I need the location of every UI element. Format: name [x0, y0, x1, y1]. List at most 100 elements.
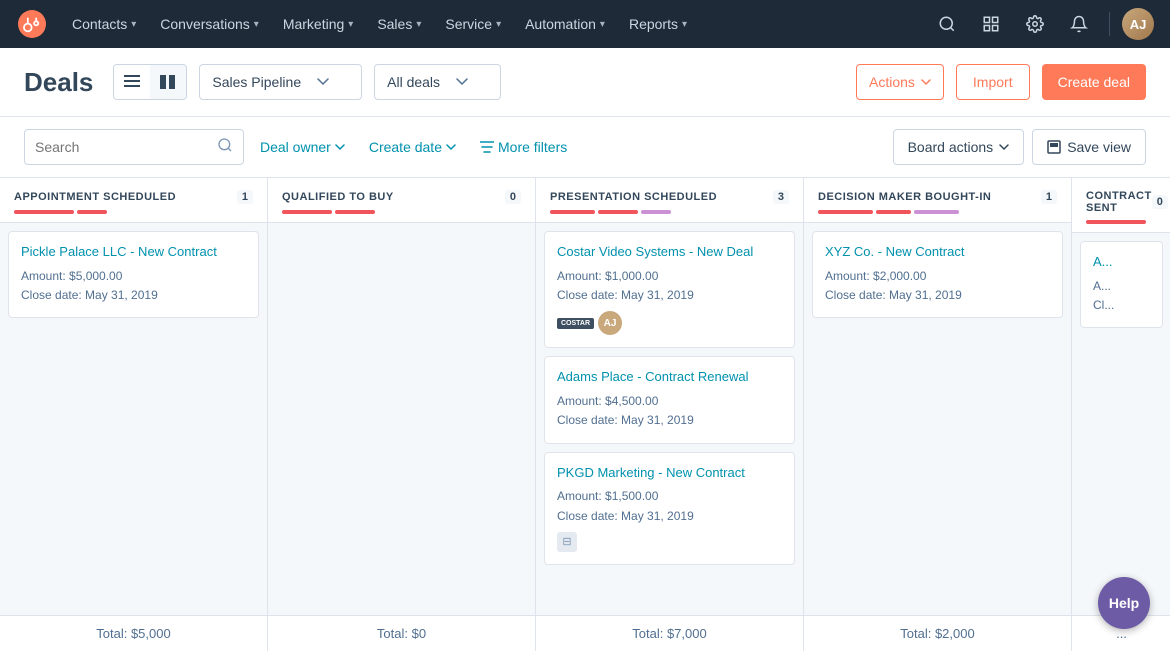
column-count: 1 — [237, 190, 253, 204]
column-cards: Costar Video Systems - New Deal Amount: $… — [536, 223, 803, 615]
column-footer: Total: $0 — [268, 615, 535, 651]
deal-card[interactable]: Adams Place - Contract Renewal Amount: $4… — [544, 356, 795, 443]
avatar[interactable]: AJ — [1122, 8, 1154, 40]
deal-name[interactable]: Costar Video Systems - New Deal — [557, 244, 782, 261]
nav-conversations[interactable]: Conversations ▾ — [148, 0, 271, 48]
deal-avatar-row: COSTAR AJ — [557, 311, 782, 335]
deal-card[interactable]: Pickle Palace LLC - New ContractAmount: … — [8, 231, 259, 318]
column-title: APPOINTMENT SCHEDULED — [14, 191, 176, 203]
actions-button[interactable]: Actions — [856, 64, 944, 100]
deal-name[interactable]: Pickle Palace LLC - New Contract — [21, 244, 246, 261]
deal-name[interactable]: A... — [1093, 254, 1150, 271]
top-navigation: Contacts ▾ Conversations ▾ Marketing ▾ S… — [0, 0, 1170, 48]
import-button[interactable]: Import — [956, 64, 1030, 100]
deal-name[interactable]: XYZ Co. - New Contract — [825, 244, 1050, 261]
notifications-icon[interactable] — [1061, 6, 1097, 42]
list-view-button[interactable] — [114, 65, 150, 99]
marketplace-icon[interactable] — [973, 6, 1009, 42]
deal-owner-filter[interactable]: Deal owner — [252, 129, 353, 165]
progress-bar — [550, 210, 595, 214]
search-box[interactable] — [24, 129, 244, 165]
board-actions-button[interactable]: Board actions — [893, 129, 1025, 165]
progress-bar — [641, 210, 671, 214]
column-footer: Total: $5,000 — [0, 615, 267, 651]
page-header: Deals Sales Pipeline All deals Actions I… — [0, 48, 1170, 117]
nav-sales[interactable]: Sales ▾ — [365, 0, 433, 48]
column-title: QUALIFIED TO BUY — [282, 191, 394, 203]
table-icon: ⊟ — [557, 532, 577, 552]
column-title: CONTRACT SENT — [1086, 190, 1152, 214]
progress-bar — [14, 210, 74, 214]
search-icon — [217, 137, 233, 158]
deal-card[interactable]: A... A...Cl... — [1080, 241, 1163, 328]
settings-icon[interactable] — [1017, 6, 1053, 42]
deal-meta: A...Cl... — [1093, 277, 1150, 315]
company-logo: COSTAR — [557, 318, 594, 329]
progress-bar — [335, 210, 375, 214]
deal-card[interactable]: XYZ Co. - New Contract Amount: $2,000.00C… — [812, 231, 1063, 318]
column-cards — [268, 223, 535, 615]
hubspot-logo[interactable] — [16, 8, 48, 40]
chevron-down-icon: ▾ — [496, 19, 501, 30]
board-column-qualified-to-buy: QUALIFIED TO BUY 0 Total: $0 — [268, 178, 536, 651]
column-footer: Total: $2,000 — [804, 615, 1071, 651]
deal-meta: Amount: $4,500.00Close date: May 31, 201… — [557, 392, 782, 430]
save-view-button[interactable]: Save view — [1032, 129, 1146, 165]
deal-name[interactable]: Adams Place - Contract Renewal — [557, 369, 782, 386]
more-filters-button[interactable]: More filters — [472, 129, 575, 165]
chevron-down-icon: ▾ — [348, 19, 353, 30]
progress-bar — [818, 210, 873, 214]
view-toggle — [113, 64, 187, 100]
progress-bar — [914, 210, 959, 214]
chevron-down-icon: ▾ — [600, 19, 605, 30]
column-footer: Total: $7,000 — [536, 615, 803, 651]
deal-avatar: AJ — [598, 311, 622, 335]
column-header: QUALIFIED TO BUY 0 — [268, 178, 535, 223]
nav-service[interactable]: Service ▾ — [433, 0, 513, 48]
create-date-filter[interactable]: Create date — [361, 129, 464, 165]
search-input[interactable] — [35, 139, 217, 155]
board-column-appointment-scheduled: APPOINTMENT SCHEDULED 1 Pickle Palace LLC … — [0, 178, 268, 651]
page-title: Deals — [24, 67, 93, 98]
progress-bar — [598, 210, 638, 214]
deal-card[interactable]: PKGD Marketing - New Contract Amount: $1,… — [544, 452, 795, 565]
nav-marketing[interactable]: Marketing ▾ — [271, 0, 366, 48]
deal-meta: Amount: $1,500.00Close date: May 31, 201… — [557, 487, 782, 525]
nav-divider — [1109, 12, 1110, 36]
column-count: 3 — [773, 190, 789, 204]
progress-bar — [876, 210, 911, 214]
chevron-down-icon: ▾ — [682, 19, 687, 30]
create-deal-button[interactable]: Create deal — [1042, 64, 1146, 100]
nav-reports[interactable]: Reports ▾ — [617, 0, 699, 48]
column-cards: A... A...Cl... — [1072, 233, 1170, 615]
pipeline-selector[interactable]: Sales Pipeline — [199, 64, 362, 100]
chevron-down-icon: ▾ — [131, 19, 136, 30]
filter-bar: Deal owner Create date More filters Boar… — [0, 117, 1170, 178]
column-header: PRESENTATION SCHEDULED 3 — [536, 178, 803, 223]
help-button[interactable]: Help — [1098, 577, 1150, 629]
deal-icon-row: ⊟ — [557, 532, 782, 552]
search-icon[interactable] — [929, 6, 965, 42]
board-column-presentation-scheduled: PRESENTATION SCHEDULED 3 Costar Video Syst… — [536, 178, 804, 651]
column-count: 1 — [1041, 190, 1057, 204]
column-header: DECISION MAKER BOUGHT-IN1 — [804, 178, 1071, 223]
column-header: APPOINTMENT SCHEDULED 1 — [0, 178, 267, 223]
nav-contacts[interactable]: Contacts ▾ — [60, 0, 148, 48]
deal-meta: Amount: $2,000.00Close date: May 31, 201… — [825, 267, 1050, 305]
deal-meta: Amount: $1,000.00Close date: May 31, 201… — [557, 267, 782, 305]
column-count: 0 — [505, 190, 521, 204]
column-title: PRESENTATION SCHEDULED — [550, 191, 717, 203]
deal-card[interactable]: Costar Video Systems - New Deal Amount: $… — [544, 231, 795, 348]
board-view-button[interactable] — [150, 65, 186, 99]
board-column-decision-maker-bought-in: DECISION MAKER BOUGHT-IN1 XYZ Co. - New C… — [804, 178, 1072, 651]
filter-selector[interactable]: All deals — [374, 64, 501, 100]
progress-bar — [1086, 220, 1146, 224]
column-count: 0 — [1152, 195, 1168, 209]
progress-bar — [282, 210, 332, 214]
nav-right-section: AJ — [929, 6, 1154, 42]
deal-name[interactable]: PKGD Marketing - New Contract — [557, 465, 782, 482]
chevron-down-icon: ▾ — [254, 19, 259, 30]
column-cards: Pickle Palace LLC - New ContractAmount: … — [0, 223, 267, 615]
nav-automation[interactable]: Automation ▾ — [513, 0, 617, 48]
progress-bar — [77, 210, 107, 214]
